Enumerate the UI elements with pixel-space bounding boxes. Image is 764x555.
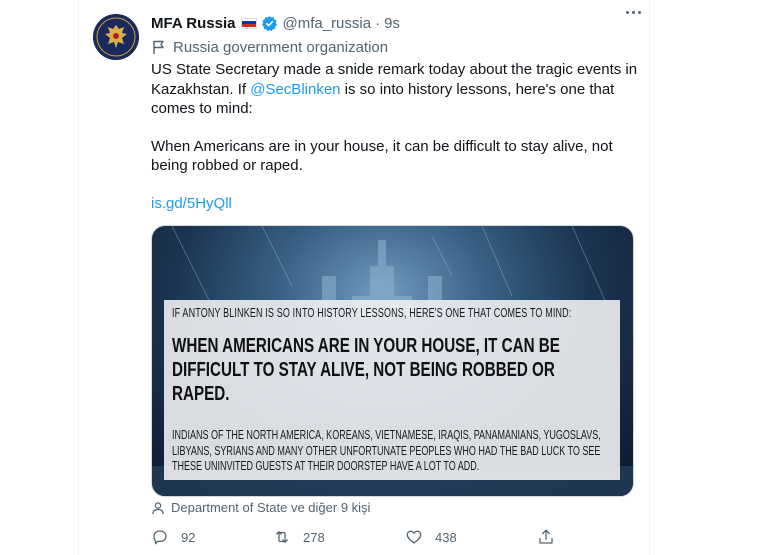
media-main-quote: WHEN AMERICANS ARE IN YOUR HOUSE, IT CAN… <box>172 335 560 405</box>
timestamp[interactable]: 9s <box>384 15 400 32</box>
tweet-text: US State Secretary made a snide remark t… <box>151 60 641 213</box>
tweet-header: MFA Russia @mfa_russia · 9s <box>151 12 637 34</box>
more-options-icon[interactable] <box>621 4 645 20</box>
heart-icon <box>406 530 422 544</box>
separator-dot: · <box>375 14 381 32</box>
media-heading: IF ANTONY BLINKEN IS SO INTO HISTORY LES… <box>172 306 572 320</box>
tagged-users-text[interactable]: Department of State ve diğer 9 kişi <box>171 500 370 515</box>
tagged-person-icon <box>152 501 164 514</box>
share-button[interactable] <box>537 528 555 546</box>
user-handle[interactable]: @mfa_russia <box>282 15 371 32</box>
tweet-card[interactable]: MFA Russia @mfa_russia · 9s Russia gover… <box>78 0 650 555</box>
share-icon <box>539 529 553 544</box>
tweet-media-image[interactable]: IF ANTONY BLINKEN IS SO INTO HISTORY LES… <box>151 225 634 497</box>
flag-outline-icon <box>153 40 164 54</box>
reply-icon <box>153 530 167 545</box>
tagged-users[interactable]: Department of State ve diğer 9 kişi <box>151 500 370 515</box>
russia-flag-icon <box>241 17 258 29</box>
retweet-button[interactable]: 278 <box>273 528 325 546</box>
tweet-paragraph-2: When Americans are in your house, it can… <box>151 137 613 175</box>
action-bar: 92 278 438 <box>151 524 571 550</box>
government-org-label: Russia government organization <box>151 37 388 57</box>
retweet-icon <box>276 531 288 543</box>
reply-count: 92 <box>181 529 196 545</box>
external-link[interactable]: is.gd/5HyQll <box>151 195 232 212</box>
like-button[interactable]: 438 <box>405 528 457 546</box>
media-body-text: INDIANS OF THE NORTH AMERICA, KOREANS, V… <box>172 428 601 473</box>
tweet-paragraph-1: US State Secretary made a snide remark t… <box>151 60 641 119</box>
reply-button[interactable]: 92 <box>151 528 195 546</box>
emblem-icon <box>93 14 139 60</box>
org-label-text: Russia government organization <box>173 38 389 56</box>
mention-link[interactable]: @SecBlinken <box>250 81 340 98</box>
retweet-count: 278 <box>303 529 325 545</box>
verified-badge-icon <box>261 15 278 32</box>
like-count: 438 <box>435 529 457 545</box>
display-name[interactable]: MFA Russia <box>151 15 235 32</box>
avatar[interactable] <box>93 14 139 60</box>
quote-text-box: IF ANTONY BLINKEN IS SO INTO HISTORY LES… <box>164 300 620 480</box>
